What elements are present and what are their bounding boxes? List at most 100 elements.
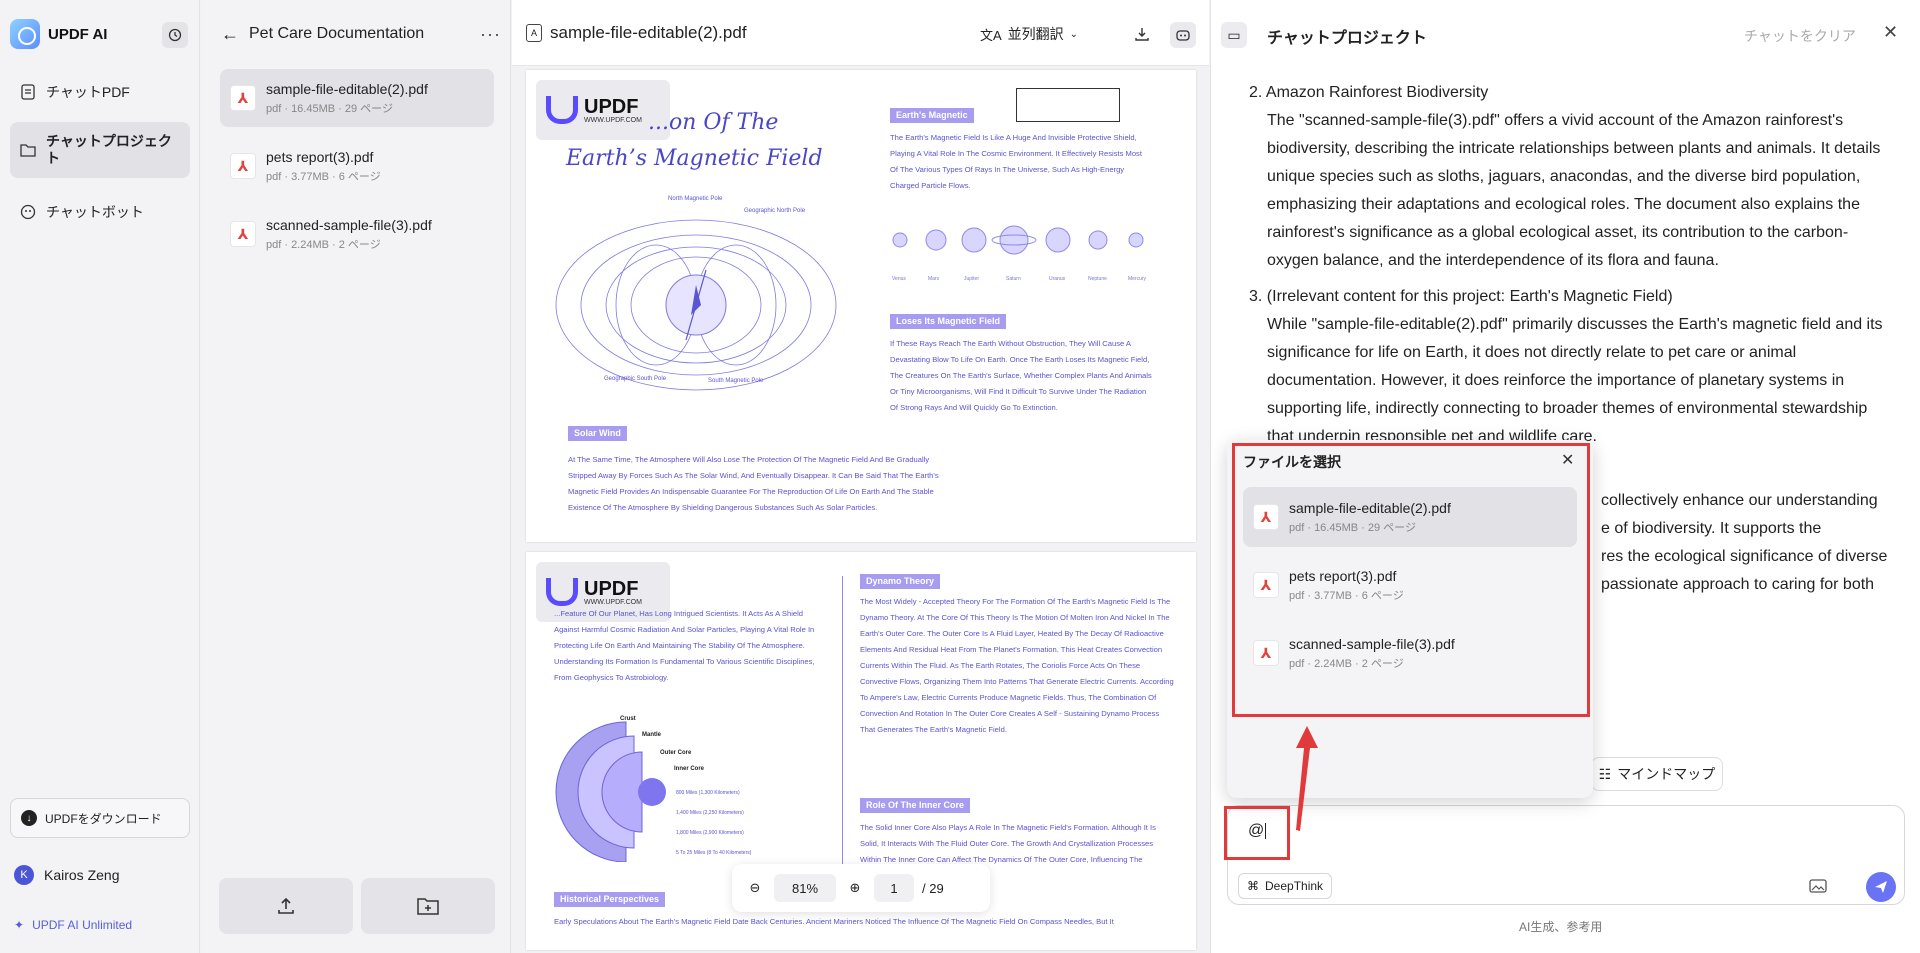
watermark-url: WWW.UPDF.COM	[584, 116, 642, 124]
chat-input-box[interactable]: @ ⌘ DeepThink	[1227, 805, 1905, 905]
zoom-level[interactable]: 81%	[774, 874, 836, 902]
close-icon[interactable]: ✕	[1883, 22, 1898, 43]
ai-assistant-button[interactable]	[1170, 22, 1196, 48]
plan-link[interactable]: ✦ UPDF AI Unlimited	[14, 918, 132, 932]
file-name: sample-file-editable(2).pdf	[266, 80, 428, 97]
add-folder-button[interactable]	[361, 878, 495, 934]
earth-layers-diagram: Crust Mantle Outer Core Inner Core 800 M…	[555, 716, 752, 862]
popup-file-item[interactable]: ⅄ sample-file-editable(2).pdf pdf · 16.45…	[1243, 487, 1577, 547]
book-icon[interactable]: ▭	[1221, 22, 1247, 48]
pole-label: South Magnetic Pole	[708, 378, 764, 384]
layer-label: Outer Core	[660, 750, 692, 756]
file-meta: pdf · 2.24MB · 2 ページ	[1289, 657, 1404, 670]
viewer-toolbar: A sample-file-editable(2).pdf 文A 並列翻訳 ⌄	[512, 0, 1209, 66]
file-list-item[interactable]: ⅄ sample-file-editable(2).pdf pdf · 16.45…	[220, 69, 494, 127]
page-total: / 29	[922, 880, 944, 896]
pdf-file-icon: ⅄	[1253, 640, 1279, 666]
popup-file-item[interactable]: ⅄ scanned-sample-file(3).pdf pdf · 2.24MB…	[1243, 623, 1577, 683]
section-tag: Dynamo Theory	[860, 574, 941, 589]
pdf-file-icon: ⅄	[230, 153, 256, 179]
depth-label: 800 Miles (1,300 Kilometers)	[676, 790, 740, 796]
pdf-icon	[20, 84, 36, 100]
message-line: res the ecological significance of diver…	[1601, 548, 1888, 565]
deepthink-label: DeepThink	[1265, 879, 1324, 893]
page-number-input[interactable]: 1	[874, 874, 914, 902]
history-icon	[168, 28, 182, 42]
planet-label: Saturn	[1006, 276, 1021, 282]
file-meta: pdf · 2.24MB · 2 ページ	[266, 238, 381, 251]
depth-label: 5 To 25 Miles (8 To 40 Kilometers)	[676, 850, 752, 856]
ai-disclaimer: AI生成、参考用	[1519, 920, 1603, 934]
chevron-down-icon: ⌄	[1069, 28, 1079, 40]
parallel-translate-button[interactable]: 文A 並列翻訳 ⌄	[980, 24, 1078, 44]
file-name: scanned-sample-file(3).pdf	[1289, 635, 1455, 652]
watermark-url: WWW.UPDF.COM	[584, 598, 642, 606]
back-arrow-icon[interactable]: ←	[221, 24, 239, 45]
updf-logo-icon	[546, 96, 578, 124]
pdf-file-icon: ⅄	[1253, 572, 1279, 598]
close-icon[interactable]: ✕	[1561, 450, 1574, 470]
message-line: rainforest's significance as a global ec…	[1267, 224, 1849, 241]
section-text: The Earth's Magnetic Field Is Like A Hug…	[890, 133, 1142, 190]
zoom-out-icon[interactable]: ⊖	[744, 880, 766, 896]
image-upload-button[interactable]	[1806, 874, 1830, 898]
more-options-icon[interactable]: ···	[480, 24, 501, 45]
user-profile[interactable]: K Kairos Zeng	[14, 865, 119, 885]
chat-title: チャットプロジェクト	[1267, 30, 1427, 47]
download-button[interactable]	[1130, 22, 1154, 46]
upload-button[interactable]	[219, 878, 353, 934]
nav-item-chat-project[interactable]: チャットプロジェクト	[10, 122, 190, 178]
image-icon	[1809, 879, 1827, 893]
project-files-panel: ← Pet Care Documentation ··· ⅄ sample-fi…	[201, 0, 511, 953]
download-label: UPDFをダウンロード	[45, 811, 162, 826]
section-tag: Earth's Magnetic	[890, 108, 974, 123]
upload-icon	[278, 897, 294, 914]
message-line: supporting life, indirectly connecting t…	[1267, 400, 1868, 417]
send-icon	[1875, 881, 1887, 893]
watermark-logo-text: UPDF	[584, 95, 639, 118]
file-name: scanned-sample-file(3).pdf	[266, 216, 432, 233]
nav-item-chat-bot[interactable]: チャットボット	[10, 194, 190, 230]
message-line: emphasizing their adaptations and ecolog…	[1267, 196, 1860, 213]
file-meta: pdf · 16.45MB · 29 ページ	[266, 102, 393, 115]
history-button[interactable]	[162, 22, 188, 48]
download-icon	[1135, 28, 1149, 41]
nav-item-chat-pdf[interactable]: チャットPDF	[10, 74, 190, 110]
mind-map-icon: ☷	[1598, 765, 1612, 782]
clear-chat-button[interactable]: チャットをクリア	[1744, 26, 1856, 46]
file-meta: pdf · 3.77MB · 6 ページ	[1289, 589, 1404, 602]
pdf-page-1: UPDF WWW.UPDF.COM ...on Of The Earth’s Ma…	[526, 70, 1196, 542]
section-text: At The Same Time, The Atmosphere Will Al…	[568, 455, 939, 512]
pdf-file-icon: ⅄	[230, 221, 256, 247]
depth-label: 1,400 Miles (2,250 Kilometers)	[676, 810, 744, 816]
input-highlight-frame	[1224, 806, 1290, 860]
download-icon: ↓	[21, 810, 37, 826]
file-list-item[interactable]: ⅄ pets report(3).pdf pdf · 3.77MB · 6 ページ	[220, 137, 494, 195]
message-line: significance for life on Earth, it does …	[1267, 344, 1797, 361]
popup-file-item[interactable]: ⅄ pets report(3).pdf pdf · 3.77MB · 6 ページ	[1243, 555, 1577, 615]
deepthink-toggle[interactable]: ⌘ DeepThink	[1238, 873, 1333, 899]
zoom-in-icon[interactable]: ⊕	[844, 880, 866, 896]
layer-label: Crust	[620, 716, 636, 722]
mind-map-button[interactable]: ☷ マインドマップ	[1591, 757, 1723, 791]
file-list-item[interactable]: ⅄ scanned-sample-file(3).pdf pdf · 2.24MB…	[220, 205, 494, 263]
pole-label: North Magnetic Pole	[668, 196, 723, 202]
message-line: passionate approach to caring for both	[1601, 576, 1875, 593]
section-text: The Most Widely - Accepted Theory For Th…	[860, 597, 1174, 734]
updf-logo-icon	[546, 578, 578, 606]
zoom-toolbar: ⊖ 81% ⊕ 1 / 29	[732, 864, 990, 912]
column-divider	[842, 576, 843, 910]
download-updf-button[interactable]: ↓ UPDFをダウンロード	[10, 798, 190, 838]
send-button[interactable]	[1866, 872, 1896, 902]
message-line: biodiversity, describing the intricate r…	[1267, 140, 1881, 157]
file-name: pets report(3).pdf	[266, 148, 374, 165]
document-title: A sample-file-editable(2).pdf	[526, 23, 747, 43]
pdf-viewer: A sample-file-editable(2).pdf 文A 並列翻訳 ⌄ …	[512, 0, 1209, 953]
chat-message-partial: collectively enhance our understanding e…	[1601, 487, 1901, 599]
chat-message: 2. Amazon Rainforest Biodiversity The "s…	[1249, 79, 1899, 451]
planet-label: Mercury	[1128, 276, 1147, 282]
section-tag: Solar Wind	[568, 426, 627, 441]
left-navigation: UPDF AI チャットPDF チャットプロジェクト チャットボット ↓ UPD…	[0, 0, 200, 953]
planets-diagram: Venus Mars Jupiter Saturn Uranus Neptune…	[892, 225, 1147, 282]
message-line: The "scanned-sample-file(3).pdf" offers …	[1267, 112, 1844, 129]
